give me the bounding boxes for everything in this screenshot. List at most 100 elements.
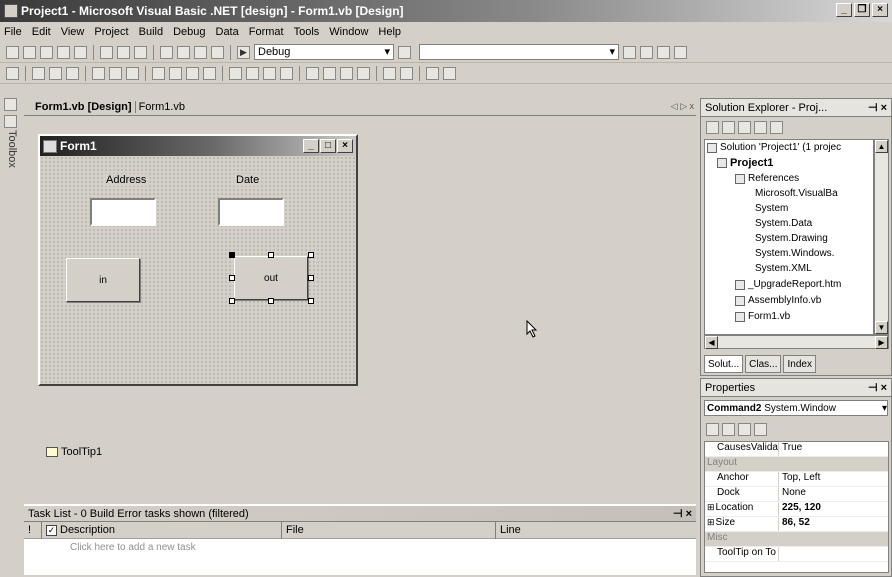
tree-solution[interactable]: Solution 'Project1' (1 projec	[707, 142, 841, 153]
align-rights-icon[interactable]	[66, 66, 79, 80]
object-selector[interactable]: Command2 System.Window ▾	[704, 400, 888, 416]
align-lefts-icon[interactable]	[32, 66, 45, 80]
menu-edit[interactable]: Edit	[32, 26, 51, 38]
tree-ref-system-xml[interactable]: System.XML	[755, 263, 812, 274]
navigate-forward-icon[interactable]	[211, 45, 224, 59]
resize-handle-r[interactable]	[308, 275, 314, 281]
col-line[interactable]: Line	[496, 522, 696, 539]
textbox-date[interactable]	[218, 198, 284, 226]
align-middles-icon[interactable]	[109, 66, 122, 80]
size-to-grid-icon[interactable]	[169, 66, 182, 80]
resize-handle-tl[interactable]	[229, 252, 235, 258]
resize-handle-t[interactable]	[268, 252, 274, 258]
paste-icon[interactable]	[134, 45, 147, 59]
label-address[interactable]: Address	[104, 174, 149, 186]
tree-references[interactable]: References	[735, 173, 799, 184]
col-priority[interactable]: !	[24, 521, 42, 539]
prop-row[interactable]: Dock None	[705, 487, 888, 502]
prop-value[interactable]: None	[779, 487, 888, 501]
prop-row[interactable]: Location225, 120	[705, 502, 888, 517]
add-item-icon[interactable]	[23, 45, 36, 59]
prop-row[interactable]: ToolTip on To	[705, 547, 888, 562]
resize-handle-bl[interactable]	[229, 298, 235, 304]
same-size-icon[interactable]	[203, 66, 216, 80]
close-button[interactable]: ×	[872, 3, 888, 17]
increase-v-spacing-icon[interactable]	[323, 66, 336, 80]
center-horizontally-icon[interactable]	[383, 66, 396, 80]
same-height-icon[interactable]	[186, 66, 199, 80]
resize-handle-br[interactable]	[308, 298, 314, 304]
undo-icon[interactable]	[160, 45, 173, 59]
tree-form1[interactable]: Form1.vb	[735, 311, 790, 322]
sol-properties-icon[interactable]	[770, 120, 783, 134]
properties-icon[interactable]	[640, 45, 653, 59]
cut-icon[interactable]	[100, 45, 113, 59]
resize-handle-b[interactable]	[268, 298, 274, 304]
solution-explorer-icon[interactable]	[623, 45, 636, 59]
save-icon[interactable]	[57, 45, 70, 59]
menu-project[interactable]: Project	[94, 26, 128, 38]
remove-v-spacing-icon[interactable]	[357, 66, 370, 80]
scroll-right-icon[interactable]: ▶	[875, 336, 888, 349]
save-all-icon[interactable]	[74, 45, 87, 59]
tab-class-view[interactable]: Clas...	[745, 355, 782, 373]
alphabetical-icon[interactable]	[722, 422, 735, 436]
scroll-up-icon[interactable]: ▲	[875, 140, 888, 153]
prop-value[interactable]: Top, Left	[779, 472, 888, 486]
prop-value[interactable]: 225, 120	[779, 502, 888, 516]
menu-build[interactable]: Build	[139, 26, 163, 38]
scroll-down-icon[interactable]: ▼	[875, 321, 888, 334]
prop-value[interactable]: True	[779, 442, 888, 456]
form1-canvas[interactable]: Address Date in out	[40, 156, 356, 384]
navigate-back-icon[interactable]	[194, 45, 207, 59]
solution-config-combo[interactable]: Debug ▾	[254, 44, 394, 60]
copy-icon[interactable]	[117, 45, 130, 59]
prop-row[interactable]: CausesValidat True	[705, 442, 888, 457]
align-bottoms-icon[interactable]	[126, 66, 139, 80]
prop-row[interactable]: Size86, 52	[705, 517, 888, 532]
prop-row[interactable]: Anchor Top, Left	[705, 472, 888, 487]
tooltip-component[interactable]: ToolTip1	[46, 446, 102, 458]
align-to-grid-icon[interactable]	[6, 66, 19, 80]
tab-solution-explorer[interactable]: Solut...	[704, 355, 744, 373]
class-view-icon[interactable]	[674, 45, 687, 59]
send-to-back-icon[interactable]	[443, 66, 456, 80]
same-width-icon[interactable]	[152, 66, 165, 80]
tab-form1-code[interactable]: Form1.vb	[136, 101, 188, 113]
view-designer-icon[interactable]	[722, 120, 735, 134]
view-code-icon[interactable]	[706, 120, 719, 134]
prop-category[interactable]: Misc	[705, 532, 888, 547]
menu-debug[interactable]: Debug	[173, 26, 205, 38]
horizontal-spacing-icon[interactable]	[229, 66, 242, 80]
task-list-controls[interactable]: ⊣ ×	[673, 507, 692, 520]
redo-icon[interactable]	[177, 45, 190, 59]
increase-h-spacing-icon[interactable]	[246, 66, 259, 80]
remove-h-spacing-icon[interactable]	[280, 66, 293, 80]
textbox-address[interactable]	[90, 198, 156, 226]
toolbox-tab-icon[interactable]	[4, 115, 17, 128]
new-project-icon[interactable]	[6, 45, 19, 59]
properties-controls[interactable]: ⊣ ×	[868, 381, 887, 394]
find-combo[interactable]: ▾	[419, 44, 619, 60]
tree-ref-system-data[interactable]: System.Data	[755, 218, 812, 229]
menu-data[interactable]: Data	[216, 26, 239, 38]
prop-category[interactable]: Layout	[705, 457, 888, 472]
tab-index[interactable]: Index	[783, 355, 816, 373]
refresh-icon[interactable]	[738, 120, 751, 134]
solution-explorer-controls[interactable]: ⊣ ×	[868, 101, 887, 114]
tab-form1-design[interactable]: Form1.vb [Design]	[32, 100, 136, 113]
tree-ref-system-windows[interactable]: System.Windows.	[755, 248, 834, 259]
tree-project[interactable]: Project1	[717, 157, 773, 169]
tree-upgrade-report[interactable]: _UpgradeReport.htm	[735, 279, 841, 290]
find-icon[interactable]	[398, 45, 411, 59]
tree-ref-system[interactable]: System	[755, 203, 788, 214]
decrease-v-spacing-icon[interactable]	[340, 66, 353, 80]
open-file-icon[interactable]	[40, 45, 53, 59]
minimize-button[interactable]: _	[836, 3, 852, 17]
resize-handle-tr[interactable]	[308, 252, 314, 258]
button-in[interactable]: in	[66, 258, 140, 302]
toolbox-tab[interactable]: Toolbox	[6, 130, 18, 168]
menu-tools[interactable]: Tools	[294, 26, 320, 38]
decrease-h-spacing-icon[interactable]	[263, 66, 276, 80]
scroll-left-icon[interactable]: ◀	[705, 336, 718, 349]
